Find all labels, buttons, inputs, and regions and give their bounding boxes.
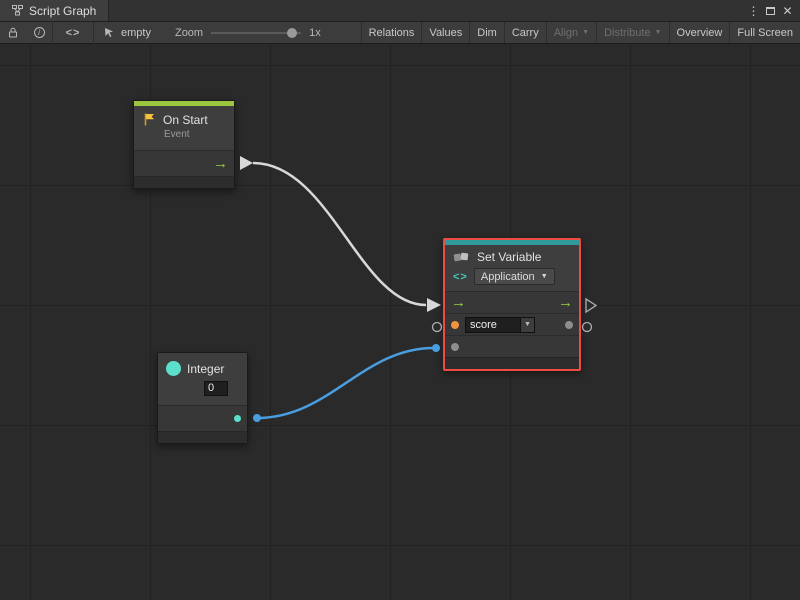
node-footer [134, 176, 234, 188]
node-title: On Start [163, 113, 208, 127]
tab-script-graph[interactable]: Script Graph [0, 0, 109, 21]
caret-down-icon: ▼ [582, 29, 589, 36]
fullscreen-button[interactable]: Full Screen [729, 22, 800, 43]
code-view-icon[interactable]: <> [53, 22, 93, 43]
values-button[interactable]: Values [421, 22, 469, 43]
name-input-external-port[interactable] [433, 323, 442, 332]
graph-toolbar: i <> empty Zoom 1x Relations Values Dim … [0, 22, 800, 44]
node-title: Integer [187, 362, 224, 376]
scope-label: Application [481, 271, 535, 283]
wire-endpoint-dot[interactable] [253, 414, 261, 422]
flow-output-port[interactable]: → [558, 295, 573, 310]
wire-endpoint-dot[interactable] [432, 344, 440, 352]
script-graph-window: Script Graph ⋮ ✕ i <> empty Z [0, 0, 800, 600]
relations-button[interactable]: Relations [361, 22, 422, 43]
object-type-icon: <> [453, 271, 468, 283]
titlebar: Script Graph ⋮ ✕ [0, 0, 800, 22]
flow-output-external-port[interactable] [586, 299, 596, 312]
node-header[interactable]: Integer 0 [158, 353, 247, 405]
flow-arrowhead[interactable] [427, 298, 441, 312]
carry-button[interactable]: Carry [504, 22, 546, 43]
distribute-button[interactable]: Distribute▼ [596, 22, 668, 43]
flow-port-row: → → [445, 291, 579, 313]
value-output-port[interactable] [565, 321, 573, 329]
variable-name-field[interactable]: score ▼ [465, 317, 535, 333]
selection-label: empty [121, 27, 151, 39]
graph-canvas[interactable]: On Start Event → Set Variable [0, 44, 800, 600]
lock-icon[interactable] [0, 22, 26, 43]
wire-onstart-to-setvariable[interactable] [253, 163, 426, 305]
caret-down-icon: ▼ [655, 29, 662, 36]
zoom-slider[interactable] [211, 32, 301, 34]
flow-input-port[interactable]: → [451, 295, 466, 310]
node-footer [158, 431, 247, 443]
value-output-external-port[interactable] [583, 323, 592, 332]
info-icon[interactable]: i [26, 22, 52, 43]
flag-icon [142, 112, 157, 127]
toolbar-buttons: Relations Values Dim Carry Align▼ Distri… [361, 22, 800, 43]
node-footer [445, 357, 579, 369]
variable-name-value: score [466, 319, 520, 331]
close-icon[interactable]: ✕ [779, 0, 796, 21]
overview-button[interactable]: Overview [669, 22, 730, 43]
name-input-port[interactable] [451, 321, 459, 329]
caret-down-icon[interactable]: ▼ [520, 318, 534, 332]
node-title: Set Variable [477, 250, 541, 264]
flow-output-port[interactable]: → [213, 156, 228, 171]
menu-icon[interactable]: ⋮ [745, 0, 762, 21]
maximize-icon[interactable] [762, 0, 779, 21]
dim-button[interactable]: Dim [469, 22, 504, 43]
node-on-start[interactable]: On Start Event → [133, 100, 235, 189]
value-input-port[interactable] [451, 343, 459, 351]
variable-scope-dropdown[interactable]: Application ▼ [474, 268, 555, 285]
name-port-row: score ▼ [445, 313, 579, 335]
align-button[interactable]: Align▼ [546, 22, 596, 43]
value-port-row [445, 335, 579, 357]
wire-integer-to-setvariable[interactable] [257, 348, 434, 418]
caret-down-icon: ▼ [541, 273, 548, 280]
node-header[interactable]: On Start Event [134, 106, 234, 150]
tab-label: Script Graph [29, 4, 96, 18]
selection-indicator[interactable]: empty [94, 22, 161, 43]
flow-source-triangle[interactable] [240, 156, 253, 170]
maximize-glyph [766, 7, 775, 15]
node-header[interactable]: Set Variable <> Application ▼ [445, 245, 579, 291]
node-set-variable[interactable]: Set Variable <> Application ▼ → → score [443, 238, 581, 371]
port-row: → [134, 150, 234, 176]
integer-output-port[interactable] [234, 415, 241, 422]
integer-value-field[interactable]: 0 [204, 381, 228, 396]
graph-icon [12, 5, 23, 16]
variables-icon [453, 251, 471, 264]
node-integer[interactable]: Integer 0 [157, 352, 248, 444]
node-subtitle: Event [164, 129, 226, 140]
port-row [158, 405, 247, 431]
zoom-slider-knob[interactable] [287, 28, 297, 38]
info-glyph: i [34, 27, 45, 38]
lock-glyph [8, 27, 18, 38]
zoom-label: Zoom [175, 27, 203, 39]
integer-type-icon [166, 361, 181, 376]
window-controls: ⋮ ✕ [745, 0, 800, 21]
zoom-value: 1x [309, 27, 321, 39]
pointer-icon [104, 27, 115, 38]
